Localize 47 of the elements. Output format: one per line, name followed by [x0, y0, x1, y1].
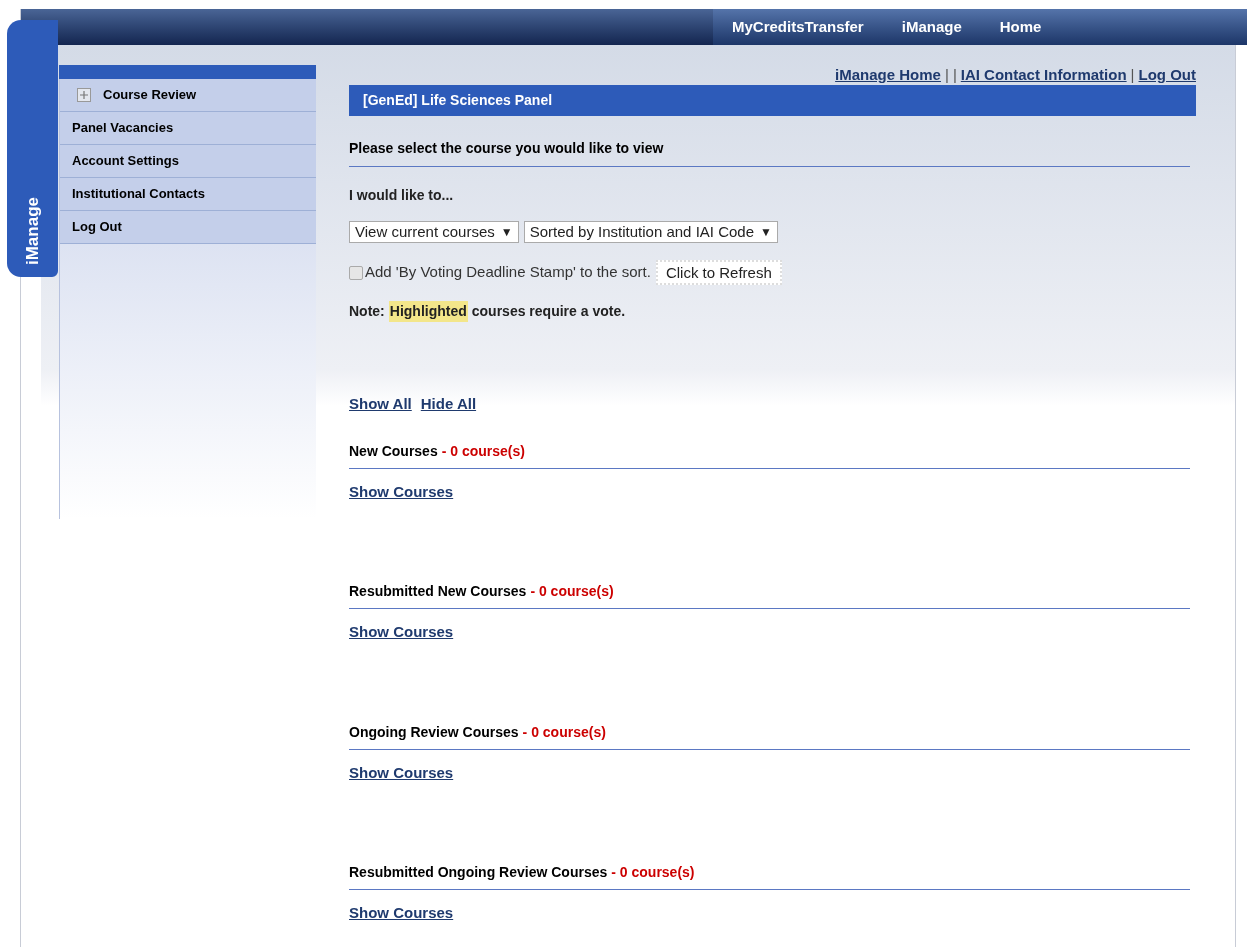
link-separator: |: [1130, 64, 1135, 85]
section-title: New Courses: [349, 441, 438, 461]
expand-icon[interactable]: [77, 88, 91, 102]
header-link[interactable]: iManage Home: [835, 63, 941, 87]
dropdown[interactable]: View current courses ▼: [349, 221, 519, 243]
show-courses-link[interactable]: Show Courses: [349, 763, 454, 781]
sidebar-item-row[interactable]: Course Review: [60, 79, 316, 112]
note-label: Note:: [349, 302, 385, 321]
caret-icon: ▼: [500, 223, 513, 241]
side-tab[interactable]: iManage: [7, 20, 58, 277]
checkbox-label: Add 'By Voting Deadline Stamp' to the sort.: [365, 262, 651, 283]
dropdown-value: View current courses: [355, 221, 495, 242]
sidebar-item[interactable]: Panel Vacancies: [60, 112, 316, 145]
header-link[interactable]: IAI Contact Information: [960, 63, 1127, 87]
course-count: - 0 course(s): [441, 441, 525, 461]
link-separator: |: [952, 64, 957, 85]
link-separator: |: [944, 64, 949, 85]
nav-link[interactable]: Home: [999, 15, 1042, 39]
nav-link[interactable]: MyCreditsTransfer: [732, 15, 864, 39]
section-title: Resubmitted Ongoing Review Courses: [349, 863, 608, 882]
toggle-link[interactable]: Show All: [349, 393, 412, 416]
sidebar-item[interactable]: Institutional Contacts: [60, 178, 316, 211]
checkbox[interactable]: [349, 265, 363, 280]
caret-icon: ▼: [760, 223, 772, 241]
highlight-sample: Highlighted: [388, 301, 468, 322]
section-title: Resubmitted New Courses: [349, 582, 527, 601]
show-courses-link[interactable]: Show Courses: [349, 482, 454, 500]
dropdown[interactable]: Sorted by Institution and IAI Code ▼: [523, 221, 778, 243]
show-courses-link[interactable]: Show Courses: [349, 623, 454, 640]
side-tab-label: iManage: [21, 196, 43, 265]
sidebar-item-label[interactable]: Course Review: [103, 85, 197, 105]
toggle-link[interactable]: Hide All: [420, 393, 477, 416]
course-count: - 0 course(s): [530, 582, 614, 601]
sidebar-item[interactable]: Log Out: [60, 211, 316, 244]
dropdown-value: Sorted by Institution and IAI Code: [529, 221, 754, 242]
prompt-text: I would like to...: [349, 187, 454, 203]
refresh-button[interactable]: Click to Refresh: [655, 260, 782, 285]
header-link[interactable]: Log Out: [1138, 63, 1196, 87]
sidebar-item[interactable]: Account Settings: [60, 145, 316, 178]
course-count: - 0 course(s): [611, 863, 695, 882]
section-title: Ongoing Review Courses: [349, 722, 519, 742]
panel-title-bar: [GenEd] Life Sciences Panel: [349, 85, 1196, 116]
note-text: courses require a vote.: [471, 302, 626, 321]
nav-link[interactable]: iManage: [901, 15, 962, 39]
show-courses-link[interactable]: Show Courses: [349, 904, 454, 921]
course-count: - 0 course(s): [522, 722, 606, 742]
section-heading: Please select the course you would like to view: [349, 140, 664, 156]
